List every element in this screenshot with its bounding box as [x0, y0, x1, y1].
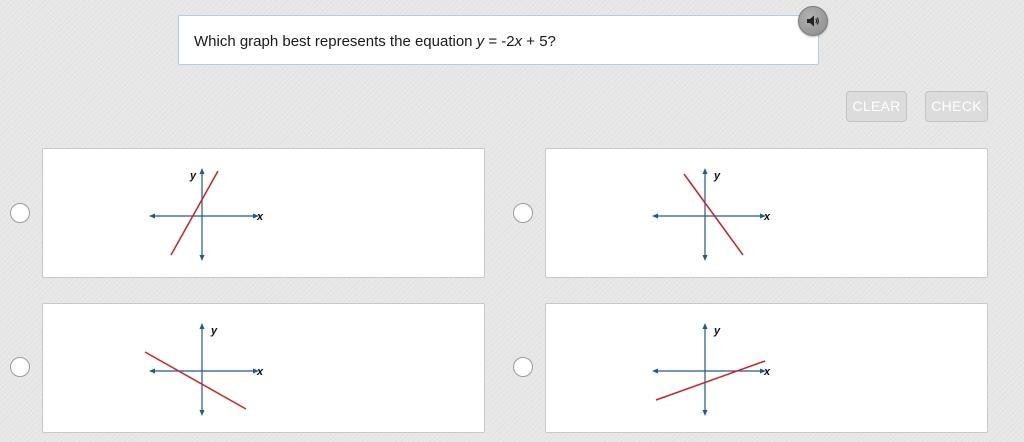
y-axis — [702, 168, 708, 261]
graph-line — [683, 173, 744, 256]
graph-option-4: x y — [652, 323, 771, 416]
question-var-x: x — [514, 33, 523, 50]
option-card-2[interactable]: x y — [545, 148, 988, 278]
x-axis-label: x — [763, 366, 771, 378]
question-text: Which graph best represents the equation… — [194, 33, 556, 50]
graph-option-2: x y — [652, 168, 771, 261]
question-prefix: Which graph best represents the equation — [194, 33, 477, 50]
y-axis-label: y — [713, 325, 721, 337]
y-axis-label: y — [713, 170, 721, 182]
radio-option-4[interactable] — [513, 357, 533, 377]
graph-option-1: x y — [149, 168, 264, 261]
audio-button[interactable] — [798, 6, 828, 36]
radio-option-1[interactable] — [10, 203, 30, 223]
y-axis — [199, 168, 205, 261]
x-axis-label: x — [763, 211, 771, 223]
option-card-1[interactable]: x y — [42, 148, 485, 278]
y-axis — [702, 323, 708, 416]
y-axis-label: y — [210, 325, 218, 337]
clear-button[interactable]: CLEAR — [846, 91, 907, 122]
x-axis — [652, 213, 766, 219]
question-middle: = -2 — [484, 33, 515, 50]
x-axis-label: x — [256, 366, 264, 378]
x-axis — [149, 368, 259, 374]
question-box: Which graph best represents the equation… — [178, 15, 819, 65]
graph-line — [144, 351, 247, 410]
speaker-icon — [807, 15, 819, 27]
y-axis — [199, 323, 205, 416]
check-button[interactable]: CHECK — [925, 91, 988, 122]
question-suffix: + 5? — [522, 33, 556, 50]
x-axis — [652, 368, 766, 374]
graph-line — [170, 170, 219, 256]
option-card-4[interactable]: x y — [545, 303, 988, 433]
radio-option-3[interactable] — [10, 357, 30, 377]
radio-option-2[interactable] — [513, 203, 533, 223]
option-card-3[interactable]: x y — [42, 303, 485, 433]
x-axis-label: x — [256, 211, 264, 223]
y-axis-label: y — [189, 170, 197, 182]
graph-option-3: x y — [144, 323, 264, 416]
x-axis — [149, 213, 259, 219]
graph-line — [655, 360, 766, 401]
